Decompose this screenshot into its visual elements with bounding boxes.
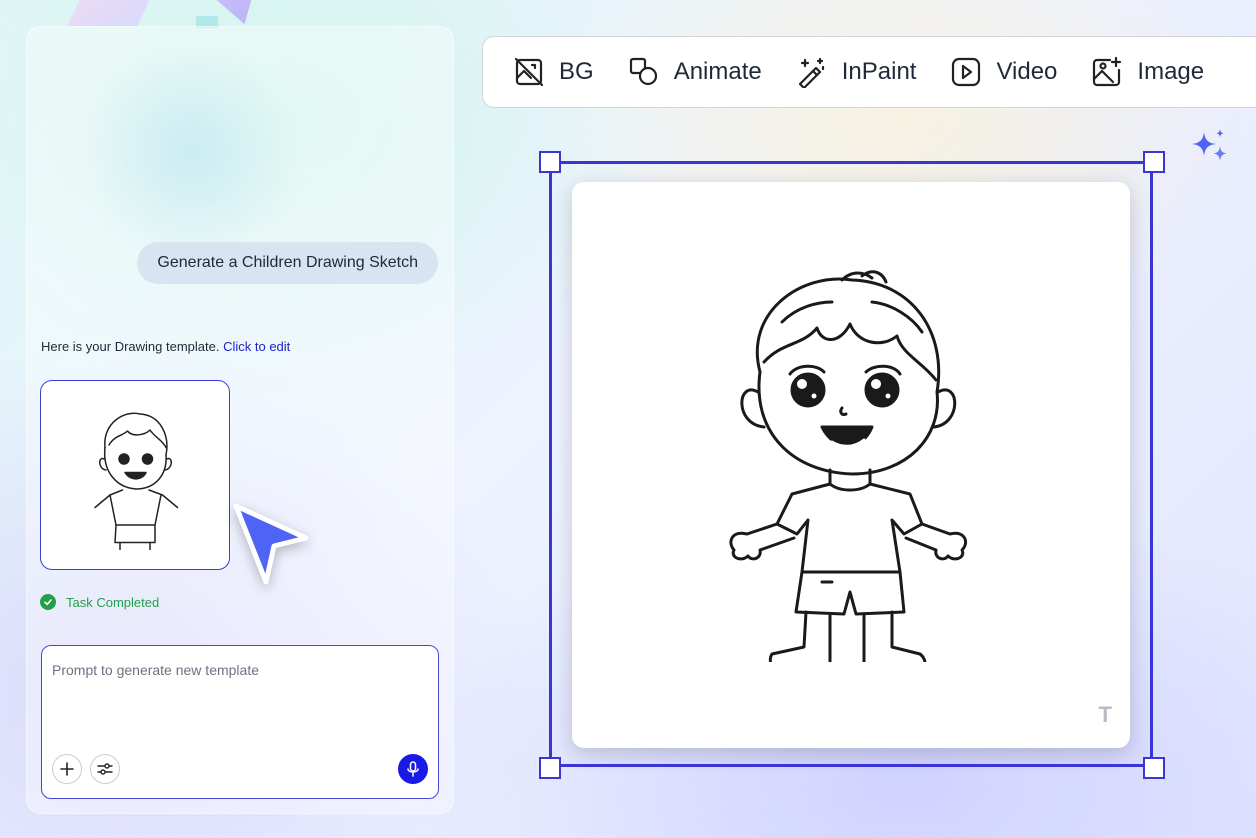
tool-image-label: Image <box>1137 58 1205 85</box>
magic-wand-icon <box>798 57 824 88</box>
template-thumbnail[interactable] <box>40 380 230 570</box>
resize-handle-bottom-left[interactable] <box>539 757 561 779</box>
user-message-text: Generate a Children Drawing Sketch <box>157 254 418 271</box>
microphone-button[interactable] <box>398 754 428 784</box>
plus-icon <box>60 762 74 776</box>
tool-video-button[interactable]: Video <box>950 56 1057 88</box>
cursor-arrow-icon <box>226 496 316 601</box>
add-button[interactable] <box>52 754 82 784</box>
selection-frame[interactable] <box>549 161 1153 767</box>
sparkle-icon <box>1190 128 1230 173</box>
tool-animate-button[interactable]: Animate <box>628 56 762 88</box>
prompt-input[interactable] <box>52 662 428 742</box>
resize-handle-top-left[interactable] <box>539 151 561 173</box>
tool-bg-label: BG <box>559 58 594 85</box>
settings-button[interactable] <box>90 754 120 784</box>
task-status: Task Completed <box>40 594 159 610</box>
user-message-bubble: Generate a Children Drawing Sketch <box>137 242 438 284</box>
tool-video-label: Video <box>996 58 1058 85</box>
image-off-icon <box>514 57 544 87</box>
check-circle-icon <box>40 594 56 610</box>
prompt-input-box <box>41 645 439 799</box>
tool-animate-label: Animate <box>673 58 762 85</box>
task-status-text: Task Completed <box>66 594 160 610</box>
sliders-icon <box>97 763 113 775</box>
top-toolbar: BG Animate InPaint Video Image <box>482 36 1256 108</box>
chat-panel: Generate a Children Drawing Sketch Here … <box>26 26 454 814</box>
tool-inpaint-button[interactable]: InPaint <box>796 56 917 88</box>
tool-bg-button[interactable]: BG <box>513 56 594 88</box>
video-play-icon <box>952 57 981 87</box>
decorative-blur <box>66 56 316 246</box>
decorative-shape <box>67 0 159 26</box>
tool-image-button[interactable]: Image <box>1091 56 1204 88</box>
image-plus-icon <box>1093 56 1122 87</box>
assistant-reply: Here is your Drawing template. Click to … <box>41 339 290 354</box>
shapes-icon <box>629 57 657 86</box>
resize-handle-top-right[interactable] <box>1143 151 1165 173</box>
assistant-reply-text: Here is your Drawing template. <box>41 339 220 354</box>
tool-inpaint-label: InPaint <box>841 58 917 85</box>
decorative-shape <box>198 0 256 24</box>
click-to-edit-link[interactable]: Click to edit <box>223 339 290 354</box>
child-sketch-thumbnail-image <box>94 412 179 550</box>
microphone-icon <box>407 761 419 777</box>
resize-handle-bottom-right[interactable] <box>1143 757 1165 779</box>
